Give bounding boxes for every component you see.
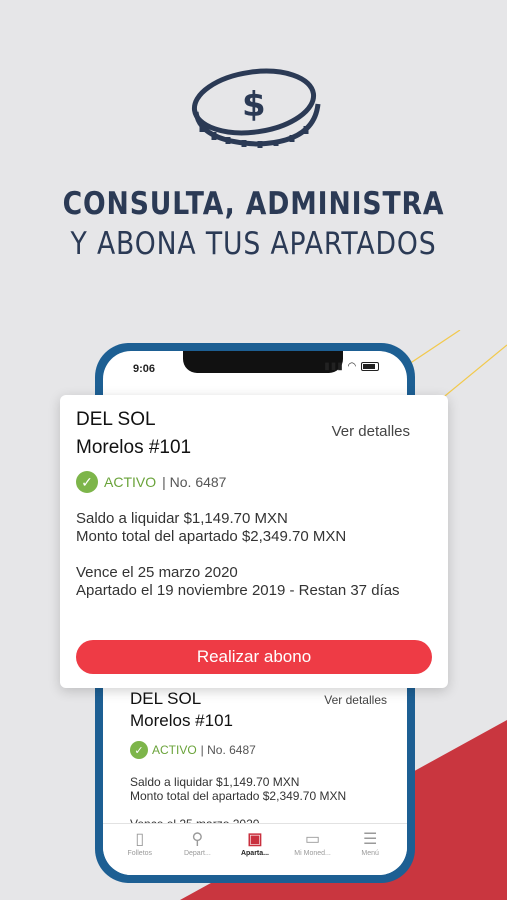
- headline-secondary: Y ABONA TUS APARTADOS: [70, 226, 437, 262]
- battery-icon: [361, 361, 379, 371]
- wallet-card-icon: ▭: [305, 831, 321, 848]
- tab-departamentos[interactable]: ⚲ Depart...: [170, 830, 224, 875]
- created-date-text: Apartado el 19 noviembre 2019 - Restan 3…: [76, 582, 400, 599]
- check-icon: ✓: [130, 741, 148, 759]
- headline-primary: CONSULTA, ADMINISTRA: [62, 186, 445, 222]
- layaway-card-featured[interactable]: DEL SOL Morelos #101 Ver detalles ✓ ACTI…: [60, 395, 448, 688]
- due-date-text: Vence el 25 marzo 2020: [76, 564, 238, 581]
- layaway-number: | No. 6487: [200, 743, 256, 757]
- coin-dollar-icon: $: [191, 68, 321, 148]
- layaway-number: | No. 6487: [162, 474, 227, 490]
- tab-label: Mi Moned...: [294, 850, 331, 857]
- status-badge: ACTIVO: [104, 474, 157, 490]
- details-link[interactable]: Ver detalles: [324, 693, 387, 707]
- tab-mi-monedero[interactable]: ▭ Mi Moned...: [286, 830, 340, 875]
- status-badge: ACTIVO: [152, 743, 197, 757]
- layaway-card-background[interactable]: DEL SOL Morelos #101 Ver detalles ✓ ACTI…: [103, 689, 407, 831]
- check-icon: ✓: [76, 471, 98, 493]
- details-link[interactable]: Ver detalles: [332, 423, 410, 440]
- tab-folletos[interactable]: ▯ Folletos: [113, 830, 167, 875]
- balance-text: Saldo a liquidar $1,149.70 MXN: [76, 510, 288, 527]
- folder-icon: ▯: [135, 831, 145, 848]
- wifi-icon: ◠: [347, 361, 358, 372]
- tab-apartados[interactable]: ▣ Aparta...: [228, 830, 282, 875]
- layaway-icon: ▣: [247, 831, 263, 848]
- status-time: 9:06: [133, 363, 156, 375]
- tab-bar: ▯ Folletos ⚲ Depart... ▣ Aparta... ▭ Mi …: [103, 823, 407, 875]
- tab-menu[interactable]: ☰ Menú: [343, 830, 397, 875]
- tab-label: Folletos: [127, 850, 153, 857]
- total-text: Monto total del apartado $2,349.70 MXN: [76, 528, 347, 545]
- status-row: ✓ ACTIVO | No. 6487: [130, 741, 407, 759]
- branch-name: Morelos #101: [76, 437, 192, 458]
- tab-label: Aparta...: [240, 850, 269, 857]
- make-payment-button[interactable]: Realizar abono: [76, 640, 432, 674]
- signal-icon: ▮▮▮: [324, 361, 344, 372]
- svg-text:$: $: [242, 85, 266, 125]
- branch-name: Morelos #101: [130, 711, 234, 730]
- status-icons: ▮▮▮ ◠: [324, 361, 379, 372]
- tab-label: Menú: [361, 850, 379, 857]
- tab-label: Depart...: [183, 850, 211, 857]
- status-row: ✓ ACTIVO | No. 6487: [76, 471, 432, 493]
- phone-notch: [183, 351, 343, 373]
- menu-icon: ☰: [363, 831, 378, 848]
- balance-text: Saldo a liquidar $1,149.70 MXN: [130, 775, 300, 789]
- total-text: Monto total del apartado $2,349.70 MXN: [130, 789, 347, 803]
- search-icon: ⚲: [191, 831, 204, 848]
